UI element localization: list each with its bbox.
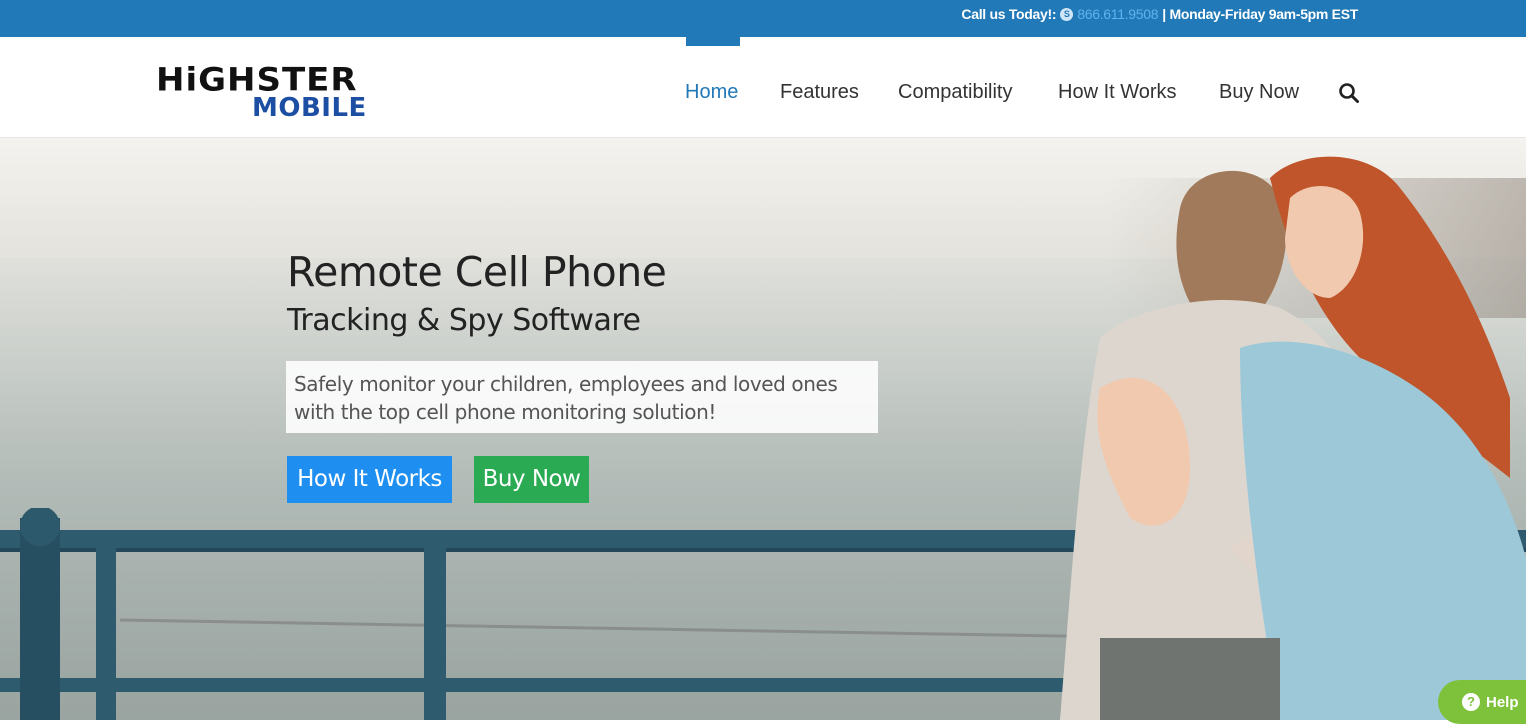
help-label: Help [1486,693,1519,711]
how-it-works-button[interactable]: How It Works [287,456,452,503]
contact-info: Call us Today!: S 866.611.9508 | Monday-… [961,6,1358,22]
skype-icon[interactable]: S [1060,7,1074,21]
business-hours: | Monday-Friday 9am-5pm EST [1162,6,1358,22]
help-chat-widget[interactable]: ? Help [1438,680,1526,724]
phone-number-link[interactable]: 866.611.9508 [1077,6,1158,22]
hero-people-hugging-image [1060,156,1526,720]
hero-tagline: Safely monitor your children, employees … [286,361,878,433]
tagline-line-2: with the top cell phone monitoring solut… [294,400,716,424]
hero-banner: Remote Cell Phone Tracking & Spy Softwar… [0,138,1526,720]
nav-item-features[interactable]: Features [780,81,859,103]
main-navbar: HiGHSTER MOBILE Home Features Compatibil… [0,37,1526,138]
nav-item-buy-now[interactable]: Buy Now [1219,81,1299,103]
tagline-line-1: Safely monitor your children, employees … [294,372,838,396]
top-contact-bar: Call us Today!: S 866.611.9508 | Monday-… [0,0,1526,37]
nav-item-how-it-works[interactable]: How It Works [1058,81,1177,103]
nav-item-compatibility[interactable]: Compatibility [898,81,1012,103]
help-question-icon: ? [1462,693,1480,711]
buy-now-button[interactable]: Buy Now [474,456,589,503]
search-icon[interactable] [1338,82,1360,104]
hero-subheadline: Tracking & Spy Software [287,303,641,338]
active-nav-indicator [686,37,740,46]
call-us-label: Call us Today!: [961,6,1057,22]
primary-nav: Home Features Compatibility How It Works… [0,37,1526,138]
nav-item-home[interactable]: Home [685,81,738,103]
hero-headline: Remote Cell Phone [287,248,667,296]
